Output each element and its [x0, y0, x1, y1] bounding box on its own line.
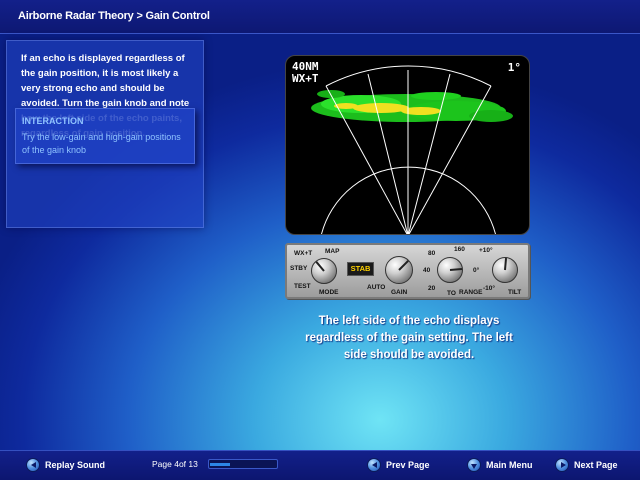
mode-value: WX+T [292, 72, 319, 85]
range-label: RANGE [459, 289, 483, 296]
tilt-minus10-label: -10° [483, 285, 495, 292]
weather-echo [311, 90, 513, 122]
range-40-label: 40 [423, 267, 431, 274]
mode-stby-label: STBY [290, 265, 308, 272]
azimuth-lines [325, 70, 492, 234]
gain-auto-label: AUTO [367, 284, 386, 291]
interaction-text: Try the low-gain and high-gain positions… [22, 132, 181, 155]
mode-wxt-label: WX+T [294, 250, 313, 257]
breadcrumb-title: Airborne Radar Theory > Gain Control [18, 10, 210, 22]
main-menu-label: Main Menu [486, 460, 533, 470]
next-page-label: Next Page [574, 460, 618, 470]
tilt-zero-label: 0° [473, 267, 480, 274]
mode-knob[interactable] [311, 258, 337, 284]
tilt-plus10-label: +10° [479, 247, 493, 254]
radar-range-label: 40NM WX+T [292, 61, 319, 85]
interaction-box: INTERACTION Try the low-gain and high-ga… [15, 108, 195, 164]
radar-control-panel: WX+T MAP STBY TEST MODE STAB AUTO GAIN 8… [285, 243, 530, 299]
prev-page-button[interactable]: Prev Page [367, 457, 430, 473]
page-indicator: Page 4of 13 [152, 459, 198, 469]
replay-icon [26, 458, 40, 472]
replay-sound-label: Replay Sound [45, 460, 106, 470]
radar-display: 40NM WX+T 1° [285, 55, 530, 235]
gain-knob-pointer [398, 260, 409, 271]
range-80-label: 80 [428, 250, 436, 257]
gain-label: GAIN [391, 289, 408, 296]
next-arrow-icon [555, 458, 569, 472]
gain-knob[interactable] [385, 256, 413, 284]
range-to-label: TO [447, 290, 456, 297]
footer-nav: Replay Sound Page 4of 13 Prev Page Main … [0, 450, 640, 480]
range-20-label: 20 [428, 285, 436, 292]
next-page-button[interactable]: Next Page [555, 457, 618, 473]
prev-page-label: Prev Page [386, 460, 430, 470]
menu-arrow-icon [467, 458, 481, 472]
tilt-label: TILT [508, 289, 522, 296]
tilt-knob[interactable] [492, 257, 518, 283]
range-160-label: 160 [454, 246, 465, 253]
replay-sound-button[interactable]: Replay Sound [26, 457, 105, 473]
range-knob-pointer [449, 267, 463, 271]
prev-arrow-icon [367, 458, 381, 472]
radar-sweep-graphic [311, 65, 513, 234]
mode-label: MODE [319, 289, 339, 296]
mode-knob-pointer [315, 261, 325, 272]
stab-button[interactable]: STAB [347, 262, 374, 276]
progress-fill [210, 463, 230, 466]
tilt-readout: 1° [507, 61, 521, 74]
mode-map-label: MAP [325, 248, 340, 255]
interaction-heading: INTERACTION [22, 116, 84, 126]
explanation-caption: The left side of the echo displays regar… [305, 315, 513, 361]
mode-test-label: TEST [294, 283, 311, 290]
tilt-knob-pointer [504, 257, 508, 271]
range-knob[interactable] [437, 257, 463, 283]
progress-bar [208, 459, 278, 469]
header-bar: Airborne Radar Theory > Gain Control [0, 0, 640, 34]
main-menu-button[interactable]: Main Menu [467, 457, 533, 473]
